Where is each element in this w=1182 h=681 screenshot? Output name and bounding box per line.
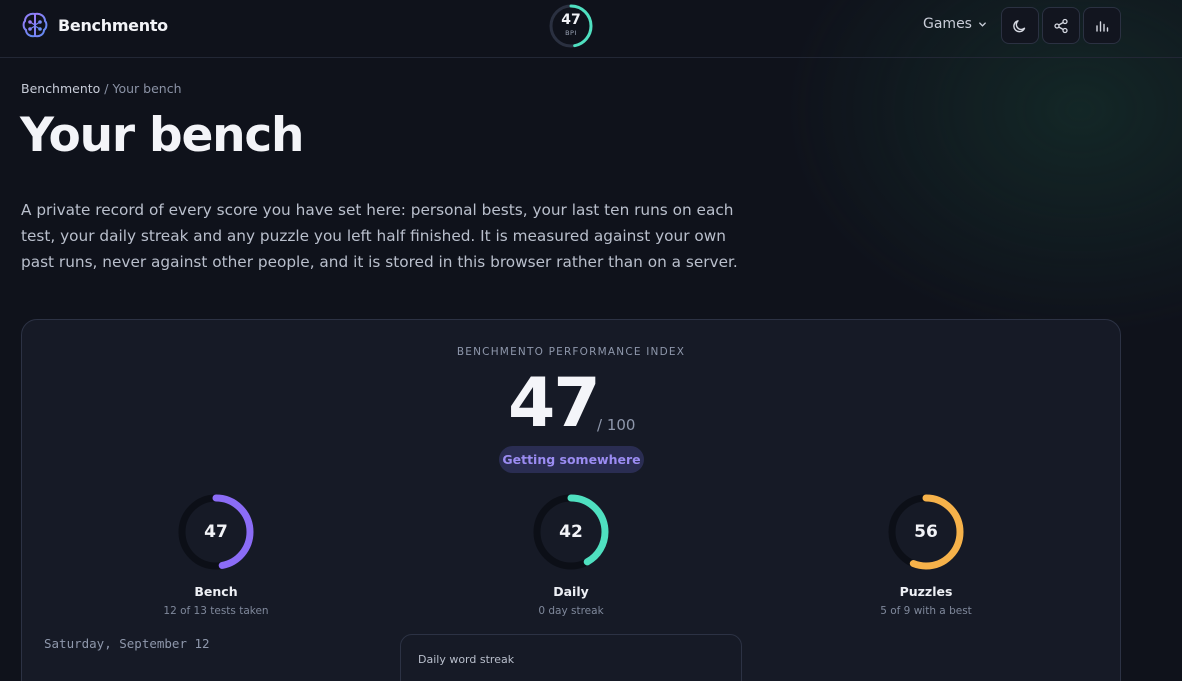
moon-icon [1013, 19, 1026, 32]
metric-subtitle: 0 day streak [538, 605, 604, 617]
breadcrumb-current: Your bench [112, 81, 182, 96]
bpi-label: BPI [565, 29, 577, 37]
metric-name: Puzzles [899, 584, 953, 599]
metric-subtitle: 5 of 9 with a best [880, 605, 972, 617]
page-title: Your bench [20, 108, 305, 163]
share-icon [1054, 18, 1068, 33]
games-label: Games [923, 16, 972, 32]
metric-ring: 56 [887, 493, 965, 571]
metric-daily[interactable]: 42 Daily 0 day streak [481, 493, 661, 617]
metric-subtitle: 12 of 13 tests taken [163, 605, 269, 617]
index-score: 47 [508, 364, 601, 443]
brand-name: Benchmento [58, 15, 168, 35]
metric-value: 56 [914, 522, 938, 542]
metric-ring: 42 [532, 493, 610, 571]
index-max: / 100 [597, 416, 636, 434]
metric-puzzles[interactable]: 56 Puzzles 5 of 9 with a best [836, 493, 1016, 617]
theme-toggle-button[interactable] [1001, 7, 1039, 44]
brand-link[interactable]: Benchmento [20, 10, 168, 40]
share-button[interactable] [1042, 7, 1080, 44]
bpi-badge[interactable]: 47 BPI [548, 3, 594, 49]
verdict-badge: Getting somewhere [499, 446, 644, 473]
bar-chart-icon [1096, 20, 1109, 32]
metric-value: 47 [204, 522, 228, 542]
breadcrumb-separator: / [100, 81, 113, 96]
breadcrumb-home-link[interactable]: Benchmento [21, 81, 100, 96]
breadcrumb: Benchmento / Your bench [21, 81, 182, 96]
metric-value: 42 [559, 522, 583, 542]
performance-index-card: BENCHMENTO PERFORMANCE INDEX 47 / 100 Ge… [21, 319, 1121, 681]
daily-word-streak-card[interactable]: Daily word streak [400, 634, 742, 681]
games-menu-button[interactable]: Games [923, 16, 987, 32]
metric-bench[interactable]: 47 Bench 12 of 13 tests taken [126, 493, 306, 617]
streak-title: Daily word streak [418, 653, 515, 666]
chevron-down-icon [979, 21, 986, 27]
metric-name: Daily [553, 584, 589, 599]
stats-button[interactable] [1083, 7, 1121, 44]
intro-paragraph: A private record of every score you have… [21, 201, 738, 271]
index-caption: BENCHMENTO PERFORMANCE INDEX [456, 346, 686, 358]
top-bar: Benchmento 47 BPI Games [0, 0, 1182, 58]
metric-name: Bench [194, 584, 238, 599]
bpi-value: 47 [561, 12, 581, 28]
brain-logo-icon [22, 12, 48, 38]
metric-ring: 47 [177, 493, 255, 571]
date-label: Saturday, September 12 [44, 636, 210, 651]
